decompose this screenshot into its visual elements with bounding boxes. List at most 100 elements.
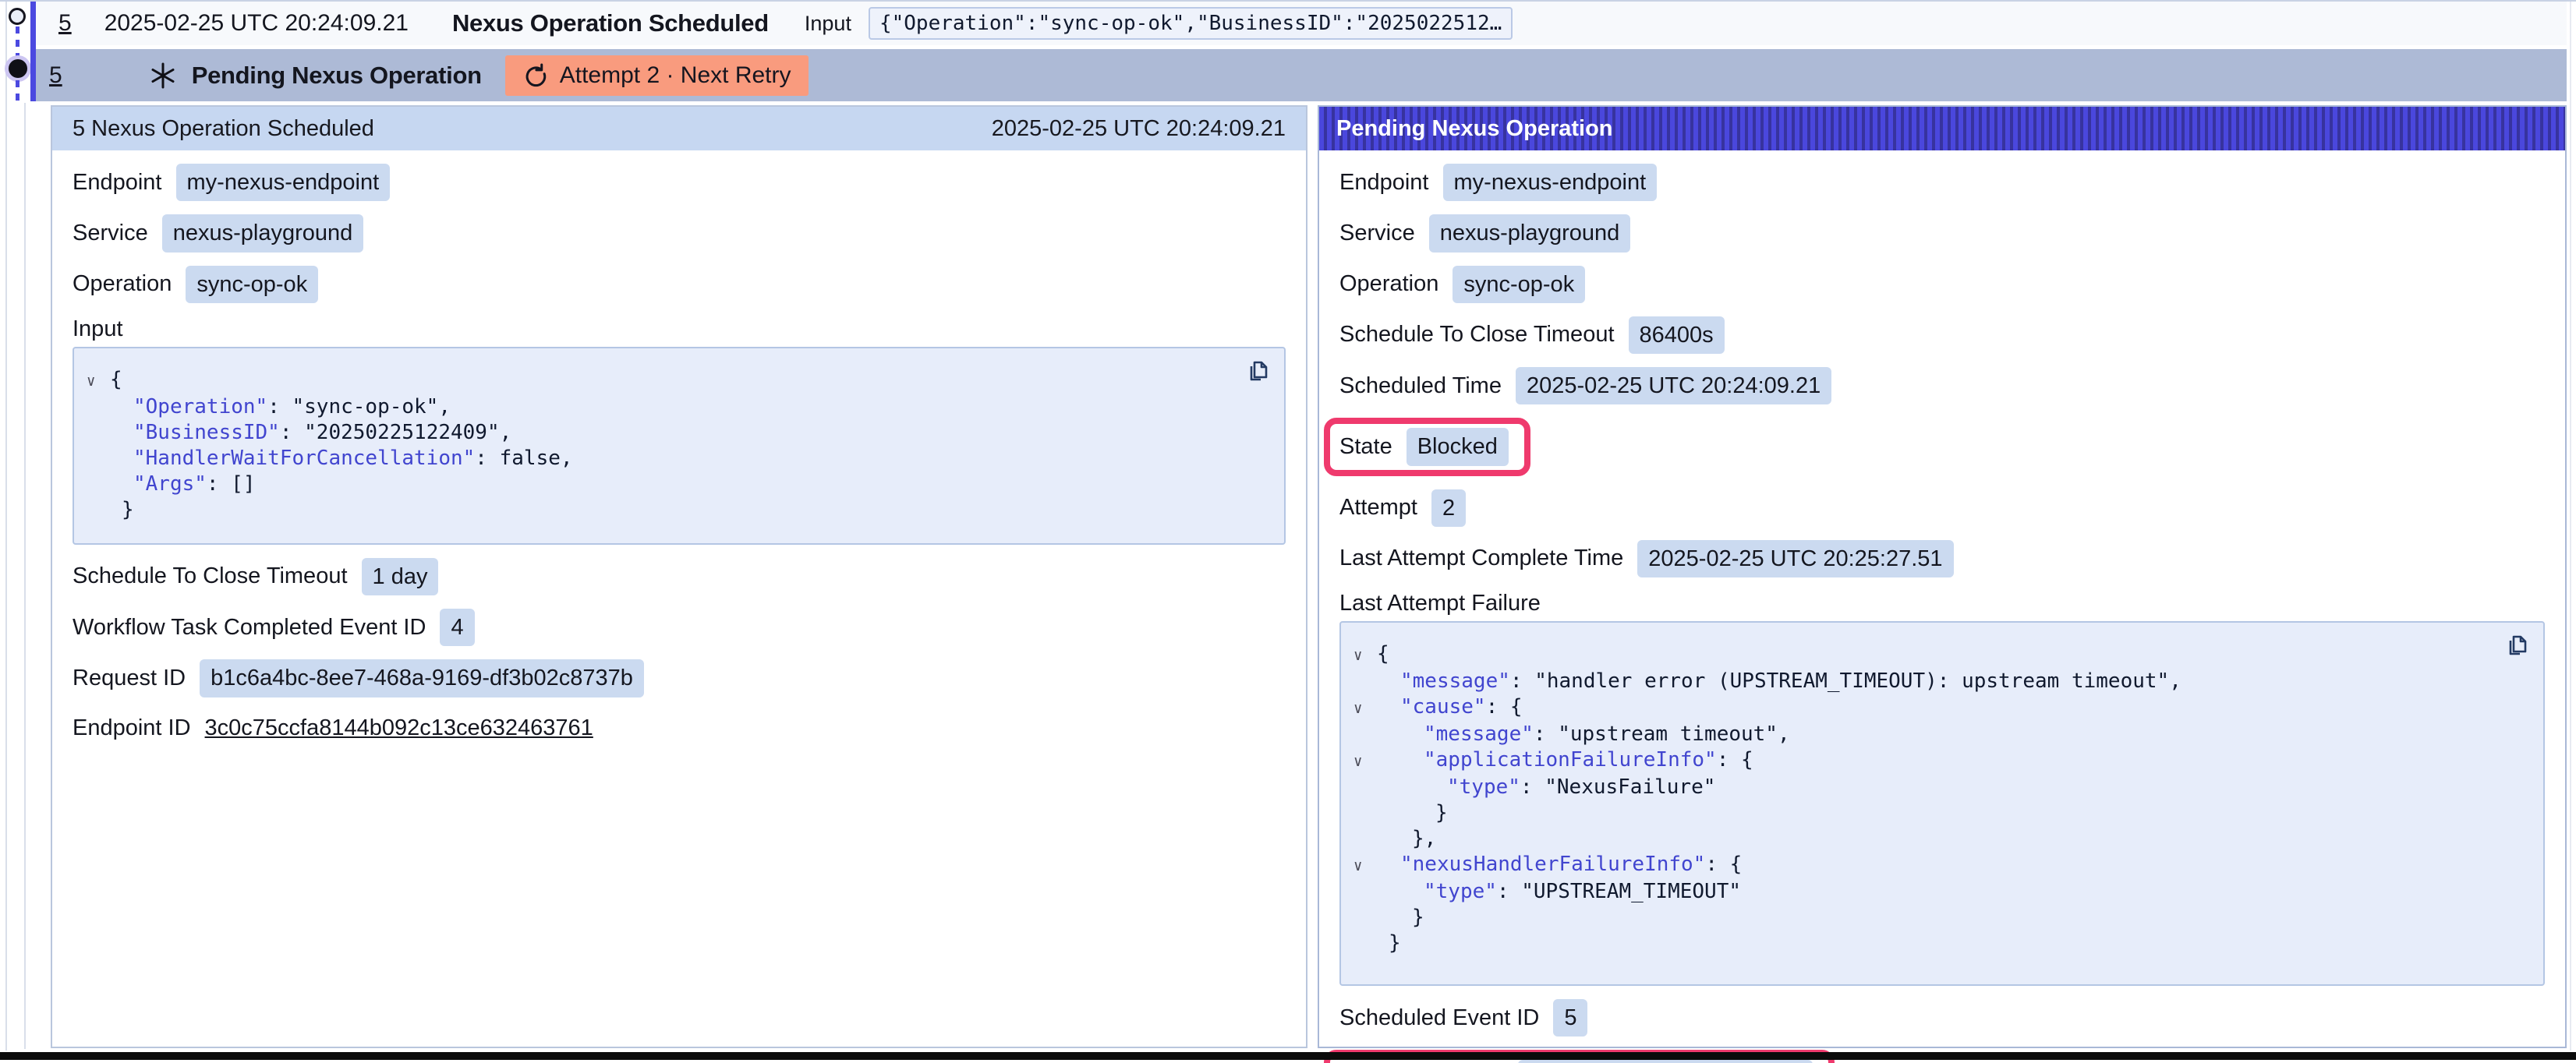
field-value-chip: sync-op-ok — [1453, 266, 1585, 303]
field-value-chip: nexus-playground — [1429, 214, 1631, 252]
event-id-link[interactable]: 5 — [58, 10, 72, 37]
field-value-chip: Blocked — [1407, 428, 1509, 465]
field-value-chip: 5 — [1553, 999, 1587, 1037]
field-row-schedule-to-close-timeout: Schedule To Close Timeout 86400s — [1339, 316, 2545, 354]
pending-operation-panel: Pending Nexus Operation Endpoint my-nexus… — [1318, 105, 2567, 1048]
collapse-chevron-icon[interactable]: ∨ — [1350, 853, 1377, 879]
field-label: Scheduled Time — [1339, 373, 1502, 399]
field-value-chip: 86400s — [1629, 316, 1725, 354]
field-value-chip: nexus-playground — [162, 214, 364, 252]
field-row-endpoint: Endpoint my-nexus-endpoint — [73, 164, 1286, 201]
timeline-dashed-connector-2 — [16, 80, 19, 102]
field-label: Scheduled Event ID — [1339, 1005, 1539, 1031]
field-value-chip: 2025-02-25 UTC 20:25:27.51 — [1637, 540, 1953, 577]
scrollbar-track[interactable] — [2570, 2, 2571, 1051]
event-id-link[interactable]: 5 — [49, 62, 62, 89]
field-label: Operation — [73, 271, 172, 297]
json-code-line: "Args": [] — [83, 471, 1284, 497]
timeline-marker-open-icon — [9, 8, 26, 25]
timeline-dashed-connector — [16, 26, 19, 59]
field-row-operation: Operation sync-op-ok — [73, 266, 1286, 303]
json-code-line: ∨"nexusHandlerFailureInfo": { — [1350, 852, 2543, 879]
temporal-event-history-screen: 5 2025-02-25 UTC 20:24:09.21 Nexus Opera… — [0, 0, 2576, 1063]
field-label: Service — [1339, 221, 1415, 246]
json-code-line: ∨{ — [1350, 641, 2543, 669]
collapse-chevron-icon[interactable]: ∨ — [1350, 643, 1377, 669]
event-input-preview-chip[interactable]: {"Operation":"sync-op-ok","BusinessID":"… — [869, 7, 1513, 40]
field-value-chip: 2 — [1431, 489, 1466, 527]
field-row-endpoint: Endpoint my-nexus-endpoint — [1339, 164, 2545, 201]
json-code-line: ∨"applicationFailureInfo": { — [1350, 747, 2543, 775]
last-attempt-failure-label: Last Attempt Failure — [1339, 591, 2545, 616]
json-code-line: } — [1350, 931, 2543, 956]
field-row-scheduled-event-id: Scheduled Event ID 5 — [1339, 999, 2545, 1037]
pending-operation-panel-header: Pending Nexus Operation — [1319, 107, 2565, 150]
copy-icon[interactable] — [2504, 632, 2531, 661]
field-row-attempt: Attempt 2 — [1339, 489, 2545, 527]
field-row-workflow-task-completed-event-id: Workflow Task Completed Event ID4 — [73, 609, 1286, 646]
field-row-service: Service nexus-playground — [73, 214, 1286, 252]
timeline-marker-current-icon — [9, 59, 27, 78]
attempt-retry-badge-label: Attempt 2 · Next Retry — [560, 62, 791, 89]
json-code-line: "Operation": "sync-op-ok", — [83, 394, 1284, 420]
field-label: Schedule To Close Timeout — [1339, 322, 1615, 348]
panel-title: Pending Nexus Operation — [1336, 116, 1613, 142]
bottom-divider-bar — [0, 1052, 2576, 1060]
field-row-request-id: Request IDb1c6a4bc-8ee7-468a-9169-df3b02… — [73, 659, 1286, 697]
field-row-last-attempt-complete-time: Last Attempt Complete Time2025-02-25 UTC… — [1339, 540, 2545, 577]
field-value-link[interactable]: 3c0c75ccfa8144b092c13ce632463761 — [205, 715, 593, 741]
panel-title: 5 Nexus Operation Scheduled — [73, 116, 374, 142]
json-code-line: "type": "NexusFailure" — [1350, 775, 2543, 800]
field-value-chip: b1c6a4bc-8ee7-468a-9169-df3b02c8737b — [200, 659, 644, 697]
json-code-line: } — [1350, 905, 2543, 931]
field-row-service: Service nexus-playground — [1339, 214, 2545, 252]
copy-icon[interactable] — [1245, 358, 1272, 387]
event-title: Nexus Operation Scheduled — [452, 9, 769, 37]
field-row-endpoint-id: Endpoint ID 3c0c75ccfa8144b092c13ce632463… — [73, 711, 1286, 747]
collapse-chevron-icon[interactable]: ∨ — [1350, 749, 1377, 775]
collapse-chevron-icon[interactable]: ∨ — [83, 369, 110, 394]
pending-asterisk-icon — [150, 62, 176, 89]
highlight-annotation-box: State Blocked — [1324, 418, 1530, 475]
event-timestamp: 2025-02-25 UTC 20:24:09.21 — [104, 10, 409, 37]
json-code-line: "BusinessID": "20250225122409", — [83, 420, 1284, 446]
field-value-chip: my-nexus-endpoint — [1443, 164, 1658, 201]
json-code-line: ∨{ — [83, 367, 1284, 394]
timeline-track-line-2 — [24, 103, 26, 1049]
history-row-pending-nexus-operation[interactable]: 5 Pending Nexus Operation Attempt 2 · Ne… — [36, 49, 2567, 101]
pending-operation-fields-top: Endpoint my-nexus-endpoint Service nexus-pl… — [1339, 164, 2545, 577]
input-json-viewer: ∨{"Operation": "sync-op-ok","BusinessID"… — [73, 347, 1286, 545]
field-value-chip: The circuit breaker is open. — [1518, 1060, 1813, 1063]
json-code-line: "message": "handler error (UPSTREAM_TIME… — [1350, 669, 2543, 694]
field-label: Endpoint ID — [73, 715, 191, 741]
field-value-chip: my-nexus-endpoint — [176, 164, 391, 201]
event-detail-fields-top: Endpoint my-nexus-endpoint Service nexus-pl… — [73, 164, 1286, 303]
history-row-nexus-operation-scheduled[interactable]: 5 2025-02-25 UTC 20:24:09.21 Nexus Opera… — [36, 2, 2567, 45]
json-code-line: } — [1350, 800, 2543, 826]
json-code-line: "type": "UPSTREAM_TIMEOUT" — [1350, 879, 2543, 905]
field-label: Schedule To Close Timeout — [73, 563, 348, 589]
failure-json-viewer: ∨{"message": "handler error (UPSTREAM_TI… — [1339, 621, 2545, 986]
field-value-chip: 2025-02-25 UTC 20:24:09.21 — [1516, 367, 1831, 404]
field-label: Service — [73, 221, 148, 246]
field-label: Endpoint — [73, 170, 162, 196]
field-label: Endpoint — [1339, 170, 1429, 196]
input-section-label: Input — [73, 316, 1286, 342]
json-code-line: "HandlerWaitForCancellation": false, — [83, 446, 1284, 471]
timeline-active-indicator-bar — [30, 2, 36, 101]
panel-timestamp: 2025-02-25 UTC 20:24:09.21 — [992, 116, 1286, 142]
json-code-line: }, — [1350, 826, 2543, 852]
json-code-line: } — [83, 497, 1284, 523]
json-code-line: "message": "upstream timeout", — [1350, 722, 2543, 747]
field-value-chip: 1 day — [362, 558, 439, 595]
retry-icon — [522, 62, 549, 89]
field-label: State — [1339, 434, 1392, 460]
timeline-track-line — [5, 2, 7, 1051]
field-row-schedule-to-close-timeout: Schedule To Close Timeout 1 day — [73, 558, 1286, 595]
event-detail-fields-bottom: Schedule To Close Timeout 1 day Workflow T… — [73, 558, 1286, 747]
collapse-chevron-icon[interactable]: ∨ — [1350, 696, 1377, 722]
field-label: Attempt — [1339, 495, 1417, 521]
field-label: Operation — [1339, 271, 1438, 297]
input-label: Input — [805, 12, 851, 36]
field-value-chip: sync-op-ok — [186, 266, 318, 303]
